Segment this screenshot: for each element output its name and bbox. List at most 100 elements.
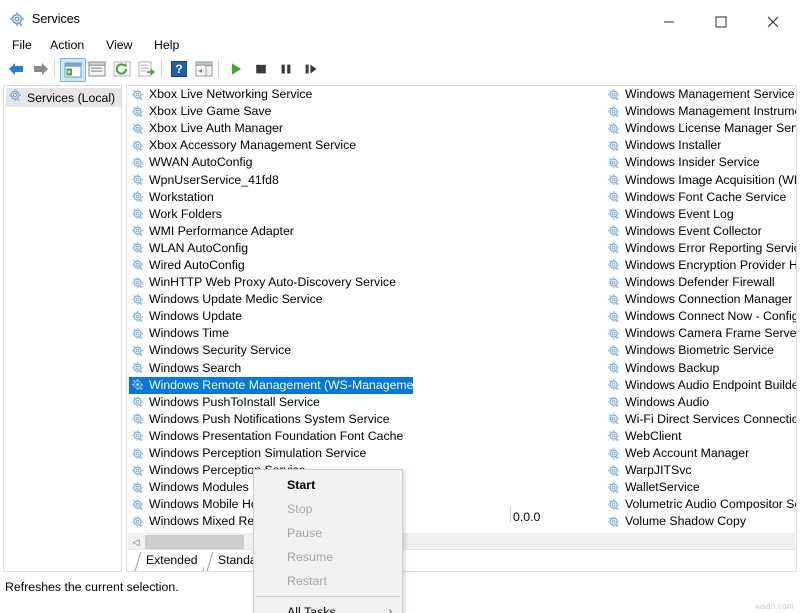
close-button[interactable] [750, 8, 796, 35]
start-service-icon [229, 62, 243, 76]
start-service-button[interactable] [224, 58, 248, 80]
restart-service-button[interactable] [299, 58, 323, 80]
services-gear-icon [8, 88, 23, 108]
service-list-item[interactable]: Workstation [129, 189, 429, 206]
show-hide-action-pane-button[interactable] [192, 58, 216, 80]
tab-extended[interactable]: Extended [132, 551, 210, 570]
context-menu-item-resume: Resume [254, 545, 402, 569]
service-list-item[interactable]: Windows Event Collector [605, 223, 796, 240]
service-list-item[interactable]: Windows Search [129, 360, 429, 377]
service-list-item[interactable]: Volume Shadow Copy [605, 513, 796, 530]
services-column-right: Windows Management ServiceWindows Manage… [605, 86, 796, 548]
service-list-item[interactable]: Windows Camera Frame Server [605, 325, 796, 342]
export-list-button[interactable] [135, 58, 159, 80]
service-list-item[interactable]: Windows Connection Manager [605, 291, 796, 308]
tree-node-services-local[interactable]: Services (Local) [6, 88, 121, 107]
service-name: Windows Audio [625, 394, 709, 411]
service-gear-icon [607, 310, 621, 324]
service-list-item[interactable]: Wired AutoConfig [129, 257, 429, 274]
service-list-item[interactable]: Xbox Accessory Management Service [129, 137, 429, 154]
service-list-item[interactable]: Windows Management Instrumentation [605, 103, 796, 120]
service-gear-icon [607, 327, 621, 341]
menu-view[interactable]: View [100, 36, 138, 54]
context-menu-separator [256, 596, 400, 597]
context-menu-item-label: Resume [287, 550, 333, 564]
service-list-item[interactable]: Windows Update [129, 308, 429, 325]
menu-file[interactable]: File [6, 36, 38, 54]
context-menu-item-all-tasks[interactable]: All Tasks› [254, 600, 402, 613]
service-list-item[interactable]: Windows Perception Simulation Service [129, 445, 429, 462]
service-list-item[interactable]: Windows Presentation Foundation Font Cac… [129, 428, 429, 445]
pause-service-button[interactable] [274, 58, 298, 80]
minimize-button[interactable] [646, 8, 692, 35]
service-list-item[interactable]: Windows Font Cache Service [605, 189, 796, 206]
context-menu-item-start[interactable]: Start [254, 473, 402, 497]
service-list-item[interactable]: Windows Management Service [605, 86, 796, 103]
scrollbar-thumb[interactable] [145, 535, 244, 549]
service-name: Windows Push Notifications System Servic… [149, 411, 390, 428]
status-text: Refreshes the current selection. [5, 580, 179, 594]
service-list-item[interactable]: Volumetric Audio Compositor Service [605, 496, 796, 513]
service-list-item[interactable]: WLAN AutoConfig [129, 240, 429, 257]
service-list-item[interactable]: Windows Encryption Provider Host Service [605, 257, 796, 274]
service-gear-icon [131, 310, 145, 324]
horizontal-scrollbar[interactable]: ◁ [128, 533, 795, 550]
menu-action[interactable]: Action [44, 36, 90, 54]
service-list-item[interactable]: WpnUserService_41fd8 [129, 171, 429, 188]
service-list-item[interactable]: Windows Remote Management (WS-Management… [129, 377, 413, 394]
service-list-item[interactable]: Windows Error Reporting Service [605, 240, 796, 257]
service-list-item[interactable]: Windows Insider Service [605, 154, 796, 171]
service-name: Xbox Live Networking Service [149, 86, 312, 103]
properties-button[interactable] [85, 58, 109, 80]
service-list-item[interactable]: WalletService [605, 479, 796, 496]
menu-help[interactable]: Help [148, 36, 185, 54]
service-list-item[interactable]: WinHTTP Web Proxy Auto-Discovery Service [129, 274, 429, 291]
service-gear-icon [131, 139, 145, 153]
minimize-icon [664, 16, 675, 27]
service-list-item[interactable]: Windows Security Service [129, 342, 429, 359]
service-list-item[interactable]: WWAN AutoConfig [129, 154, 429, 171]
forward-button[interactable] [29, 58, 53, 80]
service-name: Windows Perception Simulation Service [149, 445, 366, 462]
service-gear-icon [607, 395, 621, 409]
service-list-item[interactable]: Windows Image Acquisition (WIA) [605, 171, 796, 188]
service-name: WinHTTP Web Proxy Auto-Discovery Service [149, 274, 396, 291]
service-list-item[interactable]: Windows Time [129, 325, 429, 342]
help-icon: ? [171, 61, 187, 77]
service-list-item[interactable]: WMI Performance Adapter [129, 223, 429, 240]
service-list-item[interactable]: Xbox Live Auth Manager [129, 120, 429, 137]
service-list-item[interactable]: Windows Audio [605, 394, 796, 411]
service-list-item[interactable]: Windows Biometric Service [605, 342, 796, 359]
service-list-item[interactable]: WarpJITSvc [605, 462, 796, 479]
service-list-item[interactable]: Windows Installer [605, 137, 796, 154]
service-name: Windows Encryption Provider Host Service [625, 257, 796, 274]
maximize-button[interactable] [698, 8, 744, 35]
service-name: Windows Connection Manager [625, 291, 792, 308]
service-name: WalletService [625, 479, 700, 496]
chevron-left-icon[interactable]: ◁ [128, 534, 144, 550]
back-button[interactable] [4, 58, 28, 80]
service-list-item[interactable]: WebClient [605, 428, 796, 445]
service-list-item[interactable]: Web Account Manager [605, 445, 796, 462]
service-list-item[interactable]: Windows Event Log [605, 206, 796, 223]
service-list-item[interactable]: Wi-Fi Direct Services Connection Manager… [605, 411, 796, 428]
stop-service-button[interactable] [249, 58, 273, 80]
service-list-item[interactable]: Xbox Live Networking Service [129, 86, 429, 103]
context-menu-item-label: Stop [287, 502, 313, 516]
service-list-item[interactable]: Windows Audio Endpoint Builder [605, 377, 796, 394]
help-button[interactable]: ? [167, 58, 191, 80]
service-list-item[interactable]: Windows License Manager Service [605, 120, 796, 137]
service-name: Volumetric Audio Compositor Service [625, 496, 796, 513]
services-list-pane: Xbox Live Networking ServiceXbox Live Ga… [126, 85, 797, 572]
service-list-item[interactable]: Windows Defender Firewall [605, 274, 796, 291]
service-list-item[interactable]: Work Folders [129, 206, 429, 223]
service-list-item[interactable]: Windows Backup [605, 360, 796, 377]
service-list-item[interactable]: Windows Update Medic Service [129, 291, 429, 308]
refresh-button[interactable] [110, 58, 134, 80]
show-hide-tree-button[interactable] [60, 58, 86, 82]
service-gear-icon [607, 88, 621, 102]
service-list-item[interactable]: Windows Connect Now - Config Registrar [605, 308, 796, 325]
service-list-item[interactable]: Xbox Live Game Save [129, 103, 429, 120]
service-list-item[interactable]: Windows PushToInstall Service [129, 394, 429, 411]
service-list-item[interactable]: Windows Push Notifications System Servic… [129, 411, 429, 428]
